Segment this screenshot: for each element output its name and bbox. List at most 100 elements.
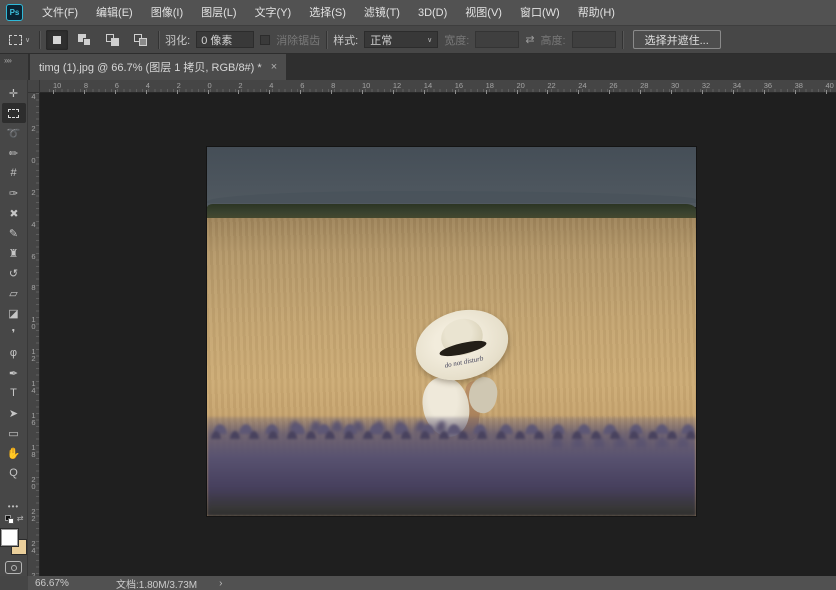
pen-tool[interactable]: ✒ [2, 363, 26, 383]
menu-image[interactable]: 图像(I) [142, 0, 192, 26]
eyedropper-tool[interactable]: ✑ [2, 183, 26, 203]
path-selection-tool[interactable]: ➤ [2, 403, 26, 423]
document-size-info[interactable]: 文档:1.80M/3.73M [116, 576, 197, 590]
ruler-v-label: 10 [29, 315, 38, 329]
ruler-h-label: 30 [671, 81, 679, 90]
intersect-selection-button[interactable] [130, 30, 152, 50]
menu-file[interactable]: 文件(F) [33, 0, 87, 26]
height-label: 高度: [541, 32, 566, 48]
eraser-tool[interactable]: ▱ [2, 283, 26, 303]
ruler-v-label: 4 [29, 92, 38, 99]
photo-treeline [207, 204, 696, 219]
default-colors-control[interactable]: ⇄ [4, 514, 24, 526]
menu-filter[interactable]: 滤镜(T) [355, 0, 409, 26]
feather-input[interactable]: 0 像素 [196, 31, 254, 48]
gradient-tool-icon: ◪ [8, 307, 18, 320]
type-tool[interactable]: T [2, 383, 26, 403]
ruler-h-label: 34 [733, 81, 741, 90]
tools-panel-collapse-button[interactable]: »» [0, 54, 28, 80]
zoom-tool-icon: Q [9, 467, 18, 479]
menu-view[interactable]: 视图(V) [456, 0, 511, 26]
select-and-mask-button[interactable]: 选择并遮住... [633, 30, 721, 49]
blur-tool-icon: ❜ [12, 327, 16, 340]
ruler-h-label: 20 [517, 81, 525, 90]
foreground-color-swatch[interactable] [1, 529, 18, 546]
status-corner [0, 576, 28, 590]
ruler-h-label: 38 [795, 81, 803, 90]
dodge-tool[interactable]: φ [2, 343, 26, 363]
canvas-area[interactable]: 1086420246810121416182022242628303234363… [28, 80, 836, 576]
lasso-tool[interactable]: ➰ [2, 123, 26, 143]
horizontal-ruler[interactable]: 1086420246810121416182022242628303234363… [40, 80, 836, 93]
ruler-v-label: 18 [29, 443, 38, 457]
spot-healing-brush-tool-icon: ✚ [6, 205, 22, 221]
rectangular-marquee-tool[interactable] [2, 103, 26, 123]
add-selection-icon2 [83, 38, 91, 46]
menu-layer[interactable]: 图层(L) [192, 0, 245, 26]
menu-select[interactable]: 选择(S) [300, 0, 355, 26]
brush-tool[interactable]: ✎ [2, 223, 26, 243]
quick-selection-tool[interactable]: ✏ [2, 143, 26, 163]
style-select[interactable]: 正常 ∨ [364, 31, 438, 48]
vertical-ruler[interactable]: 4202468101214161820222426 [28, 93, 40, 576]
ruler-h-label: 4 [269, 81, 273, 90]
antialias-label: 消除锯齿 [276, 32, 320, 48]
ruler-v-label: 8 [29, 283, 38, 290]
ruler-h-label: 40 [826, 81, 834, 90]
marquee-preset-icon [9, 35, 22, 45]
new-selection-button[interactable] [46, 30, 68, 50]
eraser-tool-icon: ▱ [9, 287, 17, 300]
menu-help[interactable]: 帮助(H) [569, 0, 624, 26]
tool-preset-picker[interactable]: ∨ [6, 33, 33, 47]
lasso-tool-icon: ➰ [7, 127, 21, 140]
ruler-h-label: 32 [702, 81, 710, 90]
ruler-h-label: 26 [609, 81, 617, 90]
gradient-tool[interactable]: ◪ [2, 303, 26, 323]
chevron-down-icon: ∨ [427, 36, 432, 44]
close-tab-icon[interactable]: × [271, 61, 277, 73]
menu-type[interactable]: 文字(Y) [246, 0, 301, 26]
ruler-v-label: 2 [29, 124, 38, 131]
ruler-h-label: 10 [53, 81, 61, 90]
swap-colors-icon[interactable]: ⇄ [17, 514, 24, 523]
separator [158, 31, 159, 49]
ruler-v-label: 16 [29, 411, 38, 425]
add-to-selection-button[interactable] [74, 30, 96, 50]
document-tab[interactable]: timg (1).jpg @ 66.7% (图层 1 拷贝, RGB/8#) *… [30, 54, 286, 80]
move-tool[interactable]: ✛ [2, 83, 26, 103]
zoom-tool[interactable]: Q [2, 463, 26, 483]
blur-tool[interactable]: ❜ [2, 323, 26, 343]
type-tool-icon: T [10, 387, 17, 399]
ruler-v-label: 4 [29, 220, 38, 227]
tools-panel: ✛ ➰ ✏ #✑ ✚ ✎♜ ↺ ▱ ◪ ❜ φ ✒ T ➤▭✋ Q ••• ⇄ [0, 80, 28, 576]
ruler-h-label: 8 [84, 81, 88, 90]
ruler-h-label: 28 [640, 81, 648, 90]
tool-options-bar: ∨ 羽化: 0 像素 消除锯齿 样式: 正常 ∨ 宽度: ⇄ 高度: 选择并遮住… [0, 26, 836, 54]
crop-tool[interactable]: # [2, 163, 26, 183]
rectangle-tool[interactable]: ▭ [2, 423, 26, 443]
menu-3d[interactable]: 3D(D) [409, 0, 456, 26]
ruler-v-label: 0 [29, 156, 38, 163]
history-brush-tool-icon: ↺ [9, 267, 18, 280]
menu-window[interactable]: 窗口(W) [511, 0, 569, 26]
quick-selection-tool-icon: ✏ [9, 147, 18, 160]
zoom-level-field[interactable]: 66.67% [28, 578, 86, 589]
status-options-chevron-icon[interactable]: › [219, 578, 222, 589]
photo-lavender-shadow [207, 490, 696, 516]
ruler-v-label: 6 [29, 252, 38, 259]
intersect-selection-icon2 [139, 38, 147, 46]
quick-mask-button[interactable] [5, 561, 22, 574]
subtract-from-selection-button[interactable] [102, 30, 124, 50]
spot-healing-brush-tool[interactable]: ✚ [2, 203, 26, 223]
hand-tool[interactable]: ✋ [2, 443, 26, 463]
menu-edit[interactable]: 编辑(E) [87, 0, 142, 26]
history-brush-tool[interactable]: ↺ [2, 263, 26, 283]
edit-toolbar-button[interactable]: ••• [8, 502, 19, 514]
photo-canvas[interactable]: do not disturb [207, 147, 696, 516]
photoshop-logo-icon[interactable]: Ps [6, 4, 23, 21]
tools-list: ✛ ➰ ✏ #✑ ✚ ✎♜ ↺ ▱ ◪ ❜ φ ✒ T ➤▭✋ Q [2, 83, 26, 483]
pen-tool-icon: ✒ [9, 367, 18, 380]
clone-stamp-tool[interactable]: ♜ [2, 243, 26, 263]
dodge-tool-icon: φ [10, 347, 17, 359]
ruler-h-label: 6 [300, 81, 304, 90]
